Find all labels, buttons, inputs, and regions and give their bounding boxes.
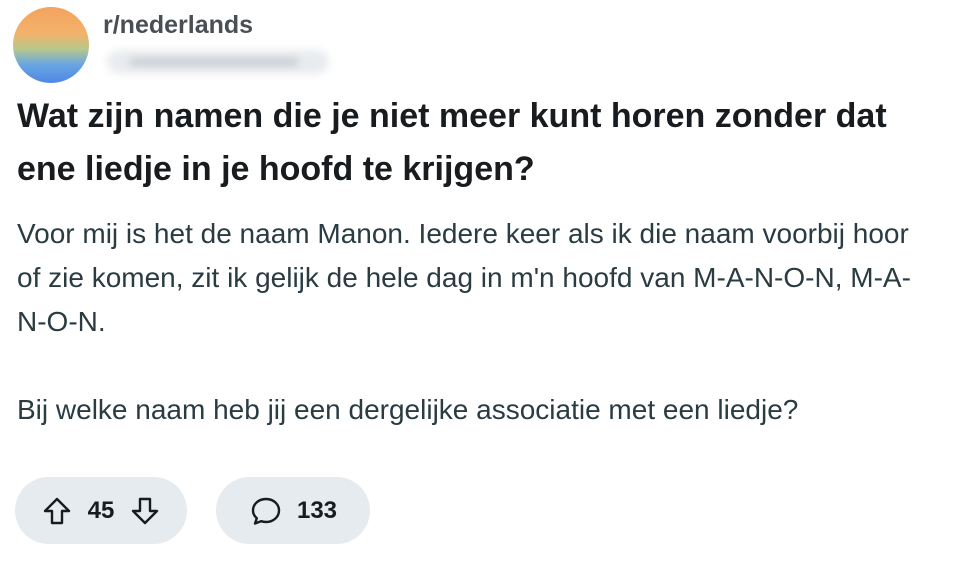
post-title[interactable]: Wat zijn namen die je niet meer kunt hor… [17, 90, 942, 196]
speech-bubble-icon [249, 494, 283, 528]
post-body-paragraph: Voor mij is het de naam Manon. Iedere ke… [17, 218, 911, 337]
arrow-down-icon[interactable] [128, 494, 162, 528]
arrow-up-icon[interactable] [40, 494, 74, 528]
comments-count: 133 [296, 496, 338, 524]
subreddit-name[interactable]: r/nederlands [103, 11, 253, 40]
subreddit-avatar[interactable] [13, 7, 89, 83]
vote-score: 45 [87, 496, 115, 524]
comments-button[interactable]: 133 [216, 477, 370, 544]
post-body: Voor mij is het de naam Manon. Iedere ke… [17, 212, 937, 432]
username-blurred [107, 50, 329, 74]
post-body-paragraph: Bij welke naam heb jij een dergelijke as… [17, 394, 799, 425]
vote-control: 45 [15, 477, 187, 544]
